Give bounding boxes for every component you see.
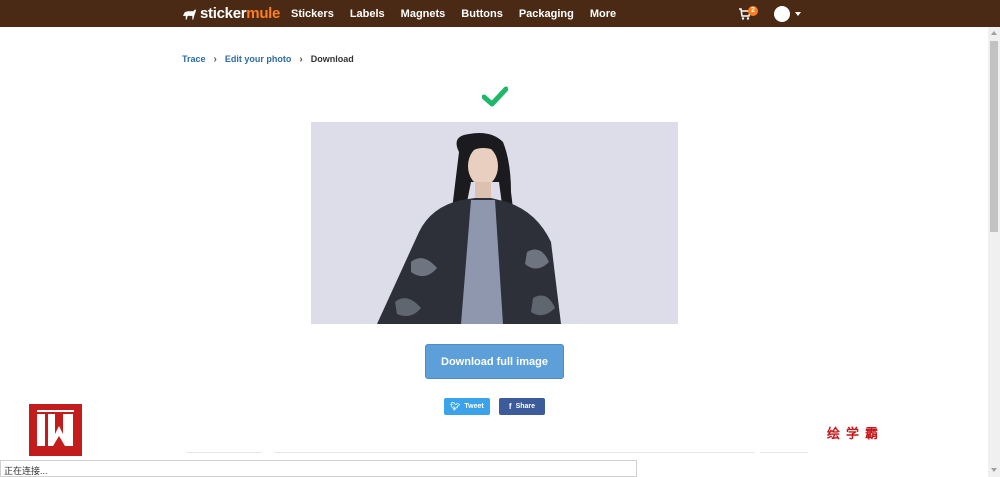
share-label: Share — [515, 403, 536, 410]
chevron-down-icon[interactable] — [795, 12, 801, 16]
scroll-up-arrow-icon[interactable] — [991, 31, 997, 35]
divider — [186, 452, 262, 453]
user-avatar[interactable] — [774, 6, 790, 22]
portrait-image — [311, 122, 678, 324]
status-text: 正在连接... — [4, 466, 48, 476]
logo-text-accent: mule — [246, 5, 281, 22]
breadcrumb-current: Download — [310, 54, 354, 64]
stickermule-logo[interactable]: stickermule — [182, 5, 280, 22]
scrollbar-thumb[interactable] — [990, 41, 998, 232]
nav-labels[interactable]: Labels — [350, 8, 385, 20]
cart-button[interactable]: 2 — [739, 6, 761, 21]
scroll-down-arrow-icon[interactable] — [991, 468, 997, 472]
mule-logo-icon — [182, 8, 197, 20]
divider — [274, 452, 754, 453]
checkmark-icon — [482, 86, 508, 107]
divider — [760, 452, 808, 453]
nav-magnets[interactable]: Magnets — [401, 8, 446, 20]
download-full-image-button[interactable]: Download full image — [425, 344, 564, 379]
nav-stickers[interactable]: Stickers — [291, 8, 334, 20]
browser-status-bar: 正在连接... — [0, 460, 637, 477]
nav-buttons[interactable]: Buttons — [461, 8, 503, 20]
app-window: stickermule Stickers Labels Magnets Butt… — [0, 0, 1000, 477]
tweet-label: Tweet — [464, 403, 484, 410]
watermark-logo-icon — [29, 404, 82, 456]
breadcrumb-edit-photo[interactable]: Edit your photo — [225, 54, 292, 64]
facebook-icon: f — [508, 402, 512, 411]
cart-count-badge: 2 — [748, 6, 758, 16]
twitter-bird-icon: 🐦︎ — [450, 402, 461, 411]
share-button[interactable]: f Share — [499, 398, 545, 415]
chevron-right-icon: › — [299, 53, 303, 65]
logo-text-primary: sticker — [200, 5, 247, 22]
photo-preview — [311, 122, 678, 324]
nav-packaging[interactable]: Packaging — [519, 8, 574, 20]
main-nav: Stickers Labels Magnets Buttons Packagin… — [291, 0, 632, 27]
chevron-right-icon: › — [213, 53, 217, 65]
vertical-scrollbar[interactable] — [988, 27, 1000, 477]
watermark-text: 绘学霸 — [827, 426, 885, 441]
top-navigation: stickermule Stickers Labels Magnets Butt… — [0, 0, 1000, 27]
logo-text: stickermule — [200, 5, 280, 22]
breadcrumb-trace[interactable]: Trace — [182, 54, 206, 64]
breadcrumb: Trace › Edit your photo › Download — [182, 53, 354, 65]
nav-more[interactable]: More — [590, 8, 616, 20]
tweet-button[interactable]: 🐦︎ Tweet — [444, 398, 490, 415]
